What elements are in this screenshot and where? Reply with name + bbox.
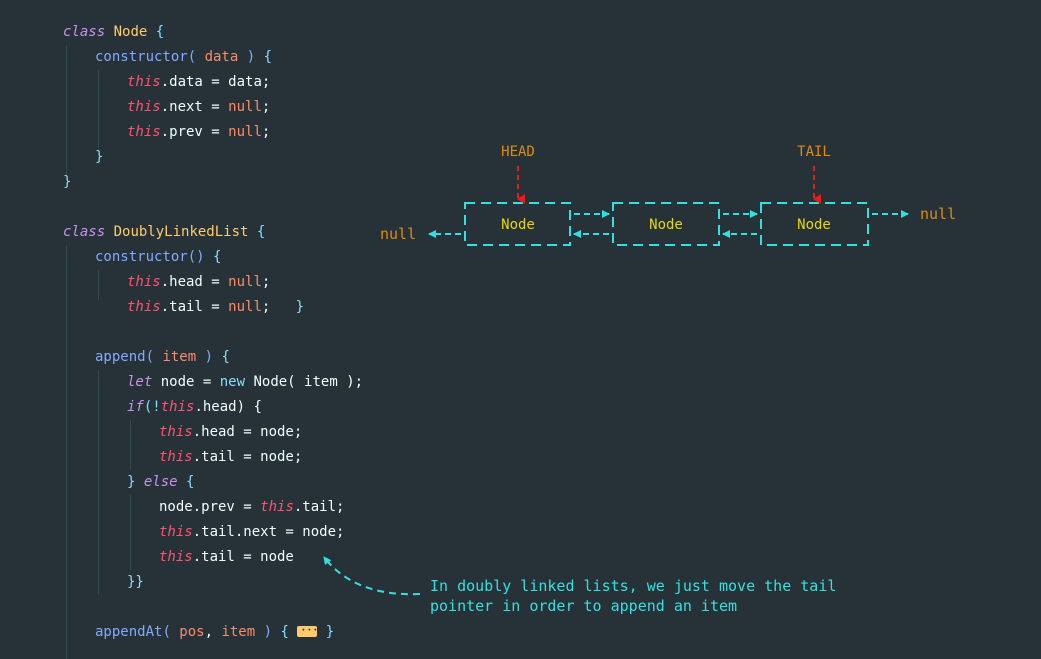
node-label: Node (797, 217, 831, 233)
node-label: Node (649, 217, 683, 233)
annotation-line: In doubly linked lists, we just move the… (430, 577, 837, 595)
tail-label: TAIL (797, 144, 831, 160)
annotation-line: pointer in order to append an item (430, 597, 738, 615)
null-left-label: null (380, 225, 416, 243)
annotation-arrow (323, 556, 421, 596)
annotation-note: In doubly linked lists, we just move the… (430, 576, 836, 616)
node-label: Node (501, 217, 535, 233)
head-label: HEAD (501, 144, 535, 160)
linked-list-diagram: Node Node Node HEAD TAIL null null (323, 144, 956, 596)
null-right-label: null (920, 205, 956, 223)
